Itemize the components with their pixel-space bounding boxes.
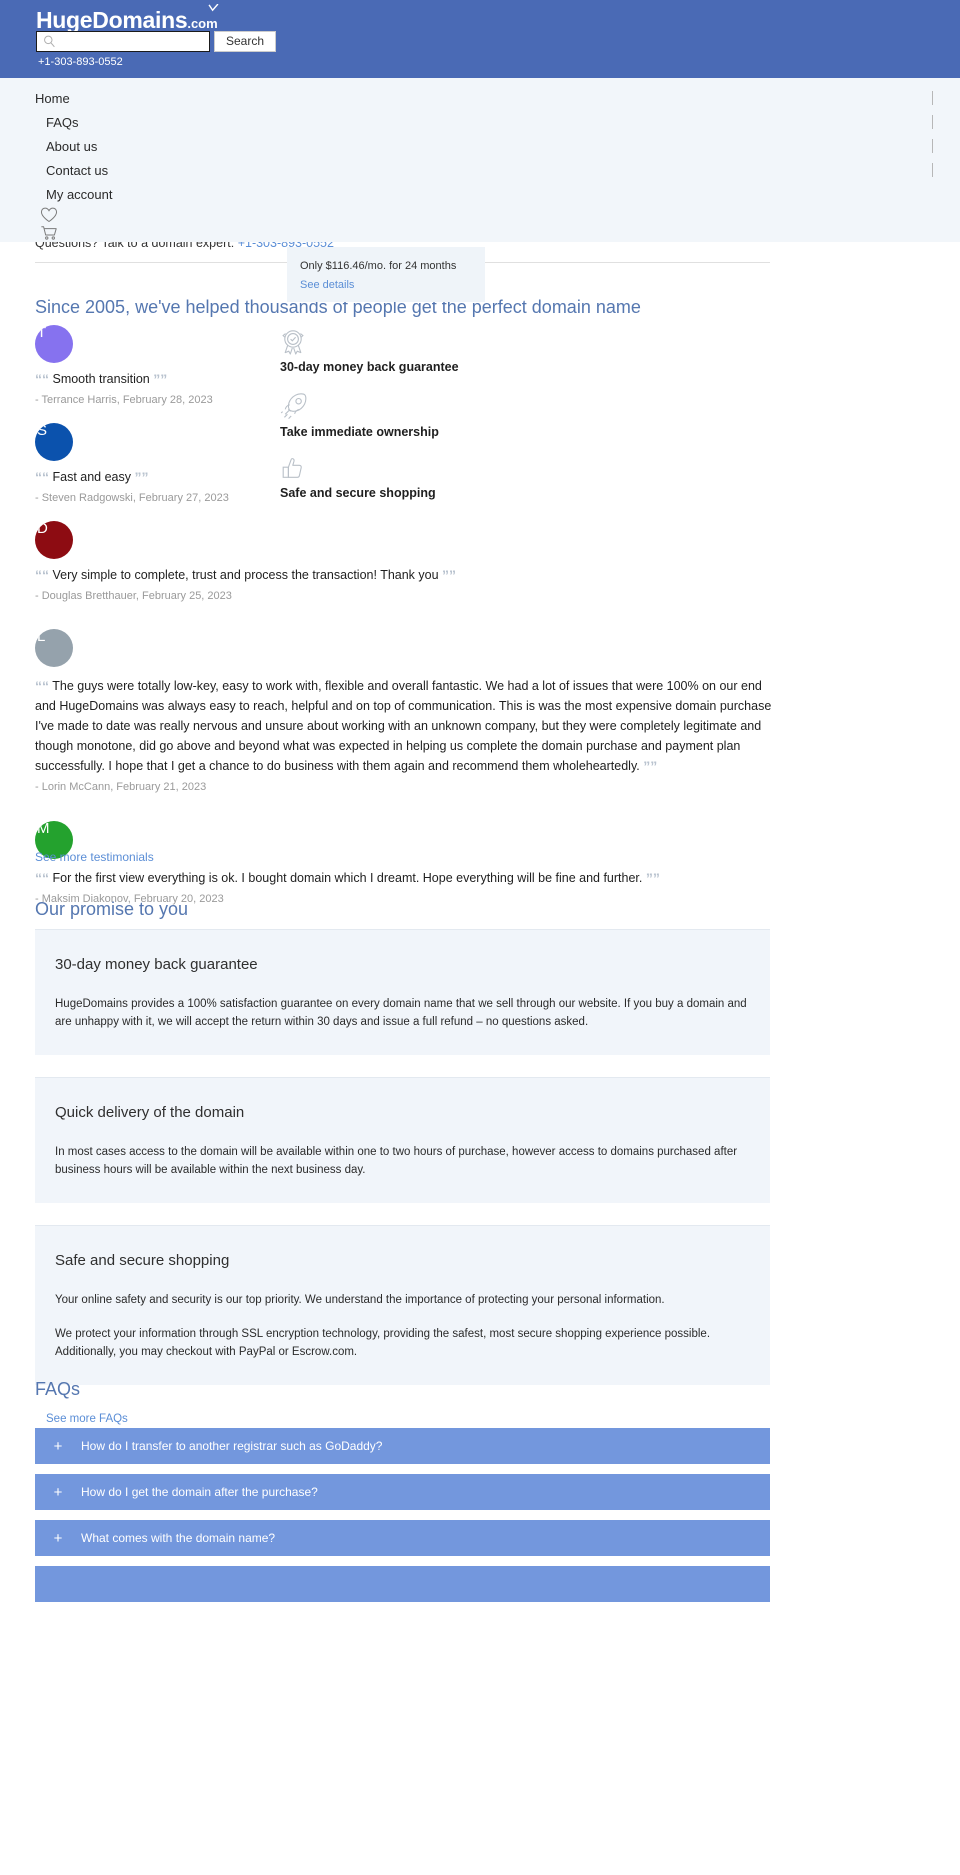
nav-divider-2 [932,115,933,129]
nav-item-my-account[interactable]: My account [46,187,112,202]
benefits-list: 30-day money back guarantee Take immedia… [280,327,580,518]
testimonial-quote-text: Very simple to complete, trust and proce… [52,568,439,582]
faq-question: How do I get the domain after the purcha… [81,1485,318,1499]
see-more-faqs-link[interactable]: See more FAQs [46,1413,128,1425]
rocket-icon [280,393,307,419]
testimonial-quote-text: Fast and easy [52,470,131,484]
promise-cards: 30-day money back guarantee HugeDomains … [35,929,770,1407]
avatar-initial: S [37,423,48,439]
promise-card-title: Quick delivery of the domain [55,1104,245,1121]
quote-close-icon: ”” [134,469,149,485]
testimonial-quote-text: The guys were totally low-key, easy to w… [35,679,772,773]
site-logo[interactable]: HugeDomains.com [36,4,219,34]
search-input[interactable] [36,31,210,52]
price-tooltip-text: Only $116.46/mo. for 24 months [300,260,457,272]
search-form[interactable]: Search [36,31,277,52]
nav-item-contact-us[interactable]: Contact us [46,163,108,178]
faq-row[interactable]: + How do I transfer to another registrar… [35,1428,770,1464]
faqs-heading: FAQs [35,1379,81,1399]
quote-open-icon: ““ [35,870,49,886]
promise-card: 30-day money back guarantee HugeDomains … [35,929,770,1055]
logo-tld-text: .com [187,16,218,31]
avatar: S [35,423,73,461]
avatar-initial: T [37,325,47,341]
search-button[interactable]: Search [214,31,277,52]
quote-open-icon: ““ [35,371,49,387]
benefit-label: Safe and secure shopping [280,486,436,500]
benefit-label: 30-day money back guarantee [280,360,459,374]
avatar-initial: M [37,821,50,837]
faq-question: How do I transfer to another registrar s… [81,1439,383,1453]
avatar: D [35,521,73,559]
thumbs-up-icon [282,458,302,478]
faq-row[interactable]: + What comes with the domain name? [35,1520,770,1556]
testimonial-quote: ““ The guys were totally low-key, easy t… [35,676,775,776]
header-phone[interactable]: +1-303-893-0552 [38,56,123,68]
promise-card-paragraph: We protect your information through SSL … [55,1328,711,1358]
expand-plus-icon[interactable]: + [35,1439,81,1454]
testimonial-quote: ““ Very simple to complete, trust and pr… [35,565,775,585]
quote-close-icon: ”” [442,567,457,583]
badge-icon [282,330,304,355]
benefit-item: Safe and secure shopping [280,457,580,500]
testimonial-item: D ““ Very simple to complete, trust and … [35,521,775,602]
benefit-item: Take immediate ownership [280,392,580,439]
see-more-testimonials-link[interactable]: See more testimonials [35,850,154,864]
quote-close-icon: ”” [645,870,660,886]
nav-item-faqs[interactable]: FAQs [46,115,79,130]
testimonial-attribution: - Douglas Bretthauer, February 25, 2023 [35,590,232,602]
quote-open-icon: ““ [35,469,49,485]
avatar: L [35,629,73,667]
avatar: T [35,325,73,363]
faq-question: What comes with the domain name? [81,1531,276,1545]
testimonial-quote-text: For the first view everything is ok. I b… [52,871,643,885]
quote-open-icon: ““ [35,567,49,583]
testimonial-item: L ““ The guys were totally low-key, easy… [35,629,775,793]
quote-close-icon: ”” [153,371,168,387]
promise-card-title: 30-day money back guarantee [55,956,258,973]
testimonial-attribution: - Lorin McCann, February 21, 2023 [35,781,207,793]
promise-card-paragraph: Your online safety and security is our t… [55,1294,665,1306]
benefit-item: 30-day money back guarantee [280,327,580,374]
benefit-label: Take immediate ownership [280,425,439,439]
nav-divider-3 [932,139,933,153]
nav-item-home[interactable]: Home [35,91,70,106]
nav-item-about-us[interactable]: About us [46,139,97,154]
logo-main-text: HugeDomains [36,7,188,33]
promise-card-paragraph: In most cases access to the domain will … [55,1146,738,1176]
promise-card-paragraph: HugeDomains provides a 100% satisfaction… [55,998,747,1028]
expand-plus-icon[interactable]: + [35,1531,81,1546]
testimonial-quote-text: Smooth transition [52,372,150,386]
promise-card: Quick delivery of the domain In most cas… [35,1077,770,1203]
cart-icon[interactable] [40,224,58,242]
nav-divider-1 [932,91,933,105]
quote-open-icon: ““ [35,678,49,694]
heart-icon[interactable] [40,206,58,224]
faq-row[interactable]: + How do I get the domain after the purc… [35,1474,770,1510]
main-nav-panel: Home FAQs About us Contact us My account [0,78,960,242]
price-tooltip: Only $116.46/mo. for 24 months See detai… [287,247,485,302]
avatar-initial: L [37,629,46,645]
nav-divider-4 [932,163,933,177]
expand-plus-icon[interactable]: + [35,1485,81,1500]
promise-card: Safe and secure shopping Your online saf… [35,1225,770,1385]
quote-close-icon: ”” [643,758,658,774]
site-header: HugeDomains.com Search +1-303-893-0552 [0,0,960,78]
promise-card-title: Safe and secure shopping [55,1252,230,1269]
see-details-link[interactable]: See details [300,279,354,291]
testimonial-quote: ““ For the first view everything is ok. … [35,868,775,888]
avatar-initial: D [37,521,48,537]
faq-row[interactable] [35,1566,770,1602]
faq-accordion: + How do I transfer to another registrar… [35,1428,770,1612]
logo-check-icon [208,4,219,12]
promise-heading: Our promise to you [35,899,189,919]
